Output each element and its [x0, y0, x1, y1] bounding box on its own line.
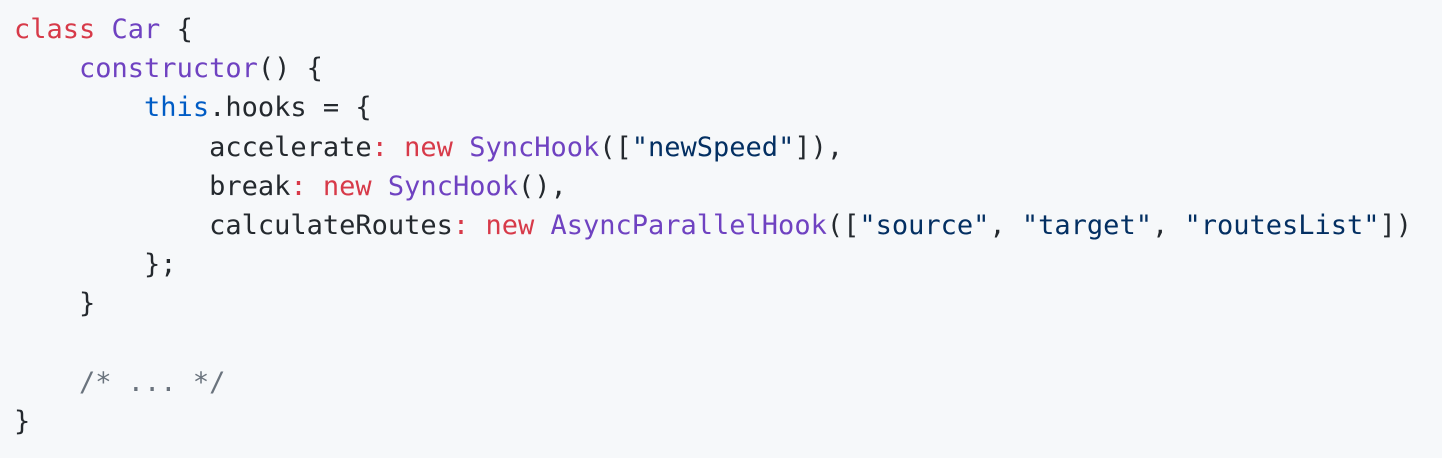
code-token-plain: () { — [257, 53, 323, 85]
code-token-plain: } — [14, 405, 31, 437]
code-token-kw: new — [404, 131, 453, 163]
code-line: class Car { — [14, 10, 1442, 49]
code-token-plain: .hooks = { — [209, 92, 372, 124]
code-token-plain: }; — [14, 249, 177, 281]
code-token-kw: : — [290, 170, 307, 202]
code-token-kw: : — [371, 131, 388, 163]
code-line: break: new SyncHook(), — [14, 167, 1442, 206]
code-token-plain: , — [1151, 209, 1185, 241]
code-token-cmt: /* ... */ — [79, 366, 226, 398]
code-token-plain: { — [160, 14, 193, 45]
code-line: ​ — [14, 324, 1442, 363]
code-token-cls: Car — [111, 14, 161, 45]
code-token-plain: accelerate — [14, 131, 372, 163]
code-line: }; — [14, 245, 1442, 284]
code-token-const: this — [144, 92, 210, 124]
code-line: } — [14, 284, 1442, 323]
code-token-fn: AsyncParallelHook — [550, 209, 827, 241]
code-token-kw: class — [14, 14, 96, 45]
code-token-plain: break — [14, 170, 291, 202]
code-token-kw: new — [322, 170, 372, 202]
code-token-kw: new — [485, 209, 535, 241]
code-token-plain: ([ — [599, 131, 632, 163]
code-line: } — [14, 402, 1442, 441]
code-line: calculateRoutes: new AsyncParallelHook([… — [14, 206, 1442, 245]
code-token-plain: ]), — [794, 131, 844, 163]
code-token-plain: , — [989, 209, 1022, 241]
code-token-plain: ]) — [1379, 209, 1413, 241]
code-line: constructor() { — [14, 49, 1442, 88]
code-token-str: "target" — [1021, 209, 1152, 241]
code-token-fn: SyncHook — [387, 170, 518, 202]
code-block[interactable]: class Car { constructor() { this.hooks =… — [0, 0, 1442, 458]
code-token-plain: calculateRoutes — [14, 209, 453, 241]
code-line: /* ... */ — [14, 363, 1442, 402]
code-token-fn: SyncHook — [469, 131, 600, 163]
code-listing[interactable]: class Car { constructor() { this.hooks =… — [14, 10, 1442, 441]
code-token-kw: : — [452, 209, 470, 241]
code-token-fn: constructor — [79, 53, 258, 85]
code-line: this.hooks = { — [14, 88, 1442, 127]
code-token-str: "routesList" — [1184, 209, 1380, 241]
code-token-plain: (), — [517, 170, 567, 202]
code-token-plain: ([ — [826, 209, 860, 241]
code-token-plain: } — [14, 288, 96, 320]
code-token-str: "source" — [859, 209, 990, 241]
code-line: accelerate: new SyncHook(["newSpeed"]), — [14, 128, 1442, 167]
code-token-str: "newSpeed" — [631, 131, 795, 163]
